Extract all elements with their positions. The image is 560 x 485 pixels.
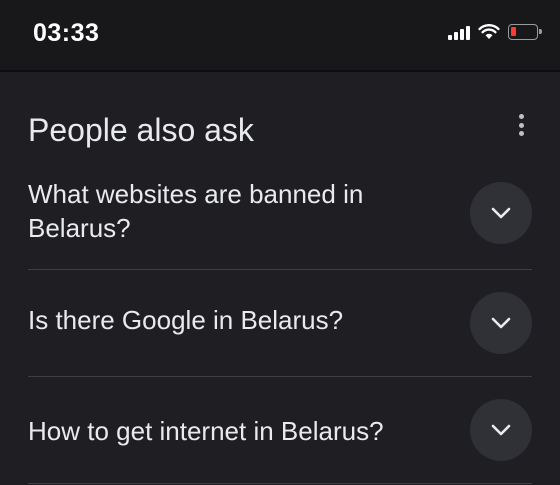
- status-icons: [448, 24, 542, 40]
- question-text: What websites are banned in Belarus?: [28, 179, 364, 243]
- chevron-down-icon: [491, 207, 511, 219]
- expand-button[interactable]: [470, 292, 532, 354]
- question-item[interactable]: How to get internet in Belarus?: [28, 377, 532, 484]
- chevron-down-icon: [491, 317, 511, 329]
- more-vert-icon[interactable]: [510, 112, 532, 138]
- section-title: People also ask: [28, 112, 254, 148]
- chevron-down-icon: [491, 424, 511, 436]
- expand-button[interactable]: [470, 182, 532, 244]
- question-text: How to get internet in Belarus?: [28, 416, 384, 446]
- question-item[interactable]: What websites are banned in Belarus?: [28, 174, 532, 270]
- question-item[interactable]: Is there Google in Belarus?: [28, 270, 532, 377]
- status-time: 03:33: [33, 19, 100, 47]
- wifi-icon: [478, 24, 500, 39]
- question-text: Is there Google in Belarus?: [28, 305, 344, 335]
- signal-icon: [448, 24, 470, 40]
- expand-button[interactable]: [470, 399, 532, 461]
- people-also-ask-section: People also ask What websites are banned…: [0, 74, 560, 485]
- battery-icon: [508, 24, 542, 40]
- status-bar: 03:33: [0, 0, 560, 72]
